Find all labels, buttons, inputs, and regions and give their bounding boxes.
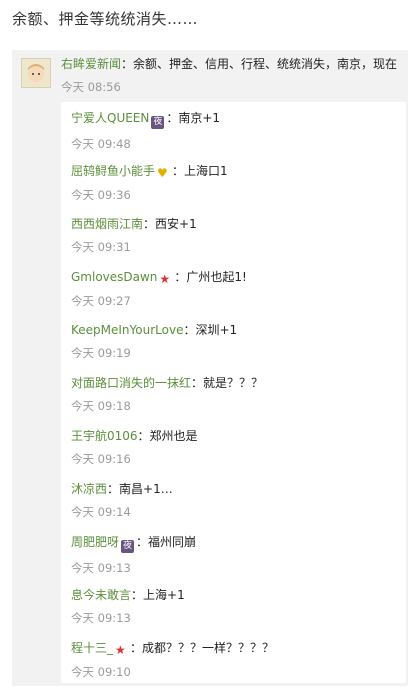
reply-time: 今天 09:16: [71, 452, 131, 466]
reply-time: 今天 09:27: [71, 294, 131, 308]
reply-author-link[interactable]: KeepMeInYourLove: [71, 323, 183, 337]
reply-author-link[interactable]: 宁爱人QUEEN: [71, 111, 149, 125]
list-item: 周肥肥呀夜：福州同崩 今天 09:13: [71, 534, 401, 576]
reply-time: 今天 09:31: [71, 240, 131, 254]
comment-card: 右眸爱新闻：余额、押金、信用、行程、统统消失，南京，现在 今天 08:56 宁爱…: [12, 50, 408, 686]
reply-time: 今天 09:13: [71, 611, 131, 625]
reply-author-link[interactable]: 西西烟雨江南: [71, 217, 143, 231]
reply-text: ：上海口1: [172, 164, 228, 178]
reply-author-link[interactable]: 王宇航0106: [71, 429, 138, 443]
reply-author-link[interactable]: 周肥肥呀: [71, 535, 119, 549]
list-item: GmlovesDawn ★ ：广州也起1! 今天 09:27: [71, 269, 401, 309]
reply-time: 今天 09:48: [71, 137, 131, 151]
list-item: 息今未敢言：上海+1 今天 09:13: [71, 587, 401, 626]
reply-author-link[interactable]: 程十三_: [71, 641, 113, 655]
reply-text: ：上海+1: [131, 588, 185, 602]
reply-author-link[interactable]: 对面路口消失的一抹红: [71, 376, 191, 390]
reply-time: 今天 09:36: [71, 188, 131, 202]
reply-text: ：西安+1: [143, 217, 197, 231]
reply-text: ：福州同崩: [136, 535, 197, 549]
star-badge-icon: ★: [159, 272, 171, 286]
reply-text: ：成都？？？一样？？？？: [130, 641, 275, 655]
page-title: 余额、押金等统统消失……: [12, 10, 199, 28]
list-item: 屈鸫鲟鱼小能手 ♥ ：上海口1 今天 09:36: [71, 163, 401, 203]
reply-time: 今天 09:10: [71, 665, 131, 679]
reply-text: ：郑州也是: [137, 429, 198, 443]
reply-time: 今天 09:18: [71, 399, 131, 413]
list-item: 王宇航0106：郑州也是 今天 09:16: [71, 428, 401, 467]
avatar[interactable]: [21, 58, 51, 88]
list-item: 程十三_ ★ ：成都？？？一样？？？？ 今天 09:10: [71, 640, 401, 680]
reply-text: ：深圳+1: [183, 323, 238, 337]
list-item: 宁爱人QUEEN 夜：南京+1 今天 09:48: [71, 110, 401, 152]
reply-text: ：广州也起1!: [174, 270, 247, 284]
heart-badge-icon: ♥: [157, 166, 168, 180]
post-text: ：余额、押金、信用、行程、统统消失，南京，现在: [121, 57, 398, 71]
reply-time: 今天 09:14: [71, 505, 131, 519]
reply-text: ：就是？？？: [191, 376, 264, 390]
list-item: 沐凉西：南昌+1… 今天 09:14: [71, 481, 401, 520]
reply-text: ：南昌+1…: [107, 482, 173, 496]
list-item: 西西烟雨江南：西安+1 今天 09:31: [71, 216, 401, 255]
list-item: 对面路口消失的一抹红：就是？？？ 今天 09:18: [71, 375, 401, 414]
reply-author-link[interactable]: 息今未敢言: [71, 588, 131, 602]
reply-author-link[interactable]: 屈鸫鲟鱼小能手: [71, 164, 155, 178]
reply-list: 宁爱人QUEEN 夜：南京+1 今天 09:48 屈鸫鲟鱼小能手 ♥ ：上海口1 今天…: [61, 102, 406, 683]
reply-text: ：南京+1: [166, 111, 221, 125]
list-item: KeepMeInYourLove：深圳+1 今天 09:19: [71, 322, 401, 361]
reply-author-link[interactable]: GmlovesDawn: [71, 270, 157, 284]
post-author-link[interactable]: 右眸爱新闻: [61, 57, 121, 71]
reply-time: 今天 09:13: [71, 561, 131, 575]
post-time: 今天 08:56: [61, 80, 121, 94]
night-badge-icon: 夜: [121, 540, 135, 553]
night-badge-icon: 夜: [151, 116, 165, 129]
reply-author-link[interactable]: 沐凉西: [71, 482, 107, 496]
post-content: 右眸爱新闻：余额、押金、信用、行程、统统消失，南京，现在: [61, 56, 406, 72]
star-badge-icon: ★: [115, 643, 126, 657]
avatar-image-icon: [22, 59, 50, 87]
reply-time: 今天 09:19: [71, 346, 131, 360]
